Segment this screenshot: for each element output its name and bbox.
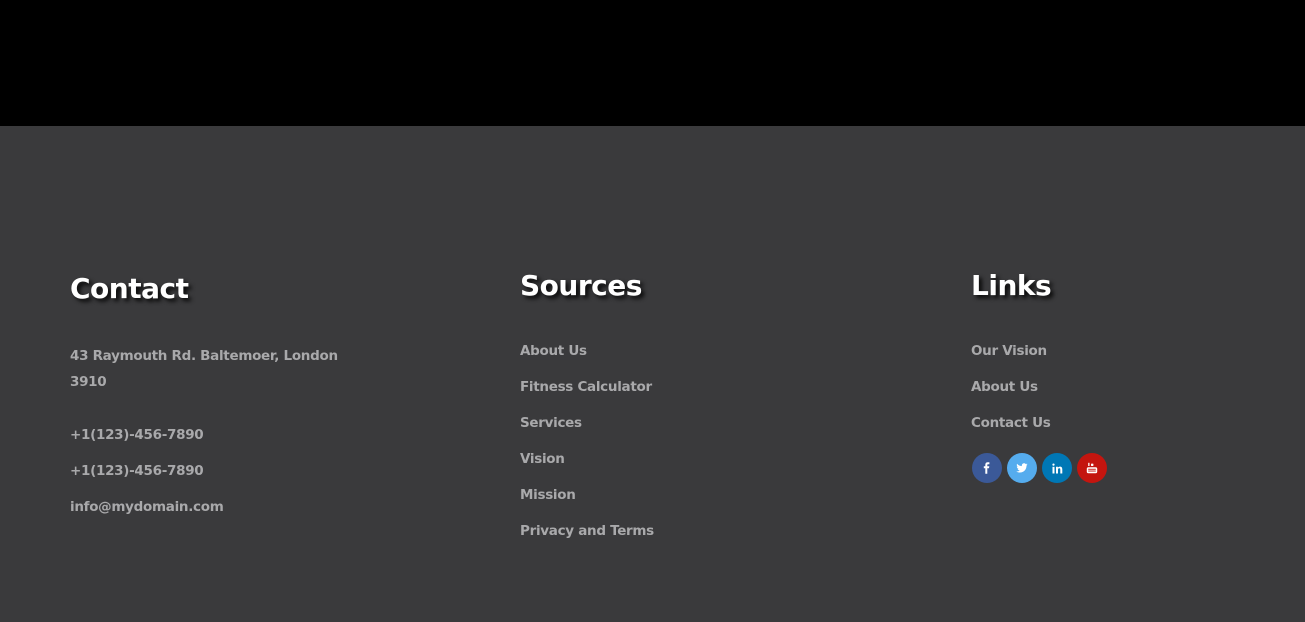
sources-link-mission[interactable]: Mission xyxy=(520,487,576,503)
sources-link-about-us[interactable]: About Us xyxy=(520,343,587,359)
sources-list: About Us Fitness Calculator Services Vis… xyxy=(520,340,820,556)
list-item: About Us xyxy=(971,376,1271,412)
social-links xyxy=(972,453,1271,483)
contact-heading: Contact xyxy=(70,272,189,305)
contact-address: 43 Raymouth Rd. Baltemoer, London 3910 xyxy=(70,348,338,390)
contact-details: 43 Raymouth Rd. Baltemoer, London 3910 +… xyxy=(70,343,370,517)
contact-email: info@mydomain.com xyxy=(70,499,224,515)
youtube-button[interactable] xyxy=(1077,453,1107,483)
linkedin-icon xyxy=(1051,463,1063,474)
contact-phone-2: +1(123)-456-7890 xyxy=(70,463,204,479)
top-band xyxy=(0,0,1305,126)
contact-phone-1: +1(123)-456-7890 xyxy=(70,427,204,443)
list-item: Privacy and Terms xyxy=(520,520,820,556)
sources-link-privacy-terms[interactable]: Privacy and Terms xyxy=(520,523,654,539)
links-link-contact-us[interactable]: Contact Us xyxy=(971,415,1051,431)
sources-column: Sources About Us Fitness Calculator Serv… xyxy=(520,269,820,556)
list-item: Services xyxy=(520,412,820,448)
youtube-icon xyxy=(1086,462,1098,474)
list-item: About Us xyxy=(520,340,820,376)
links-heading: Links xyxy=(971,269,1052,302)
twitter-icon xyxy=(1016,462,1028,474)
links-list: Our Vision About Us Contact Us xyxy=(971,340,1271,448)
links-link-our-vision[interactable]: Our Vision xyxy=(971,343,1047,359)
sources-link-fitness-calculator[interactable]: Fitness Calculator xyxy=(520,379,652,395)
twitter-button[interactable] xyxy=(1007,453,1037,483)
links-link-about-us[interactable]: About Us xyxy=(971,379,1038,395)
sources-link-services[interactable]: Services xyxy=(520,415,582,431)
facebook-button[interactable] xyxy=(972,453,1002,483)
list-item: Fitness Calculator xyxy=(520,376,820,412)
list-item: Our Vision xyxy=(971,340,1271,376)
list-item: Vision xyxy=(520,448,820,484)
sources-link-vision[interactable]: Vision xyxy=(520,451,565,467)
list-item: Mission xyxy=(520,484,820,520)
links-column: Links Our Vision About Us Contact Us xyxy=(971,269,1271,483)
sources-heading: Sources xyxy=(520,269,642,302)
list-item: Contact Us xyxy=(971,412,1271,448)
contact-column: Contact 43 Raymouth Rd. Baltemoer, Londo… xyxy=(70,272,370,517)
linkedin-button[interactable] xyxy=(1042,453,1072,483)
facebook-icon xyxy=(981,462,993,474)
site-footer: Contact 43 Raymouth Rd. Baltemoer, Londo… xyxy=(0,126,1305,622)
